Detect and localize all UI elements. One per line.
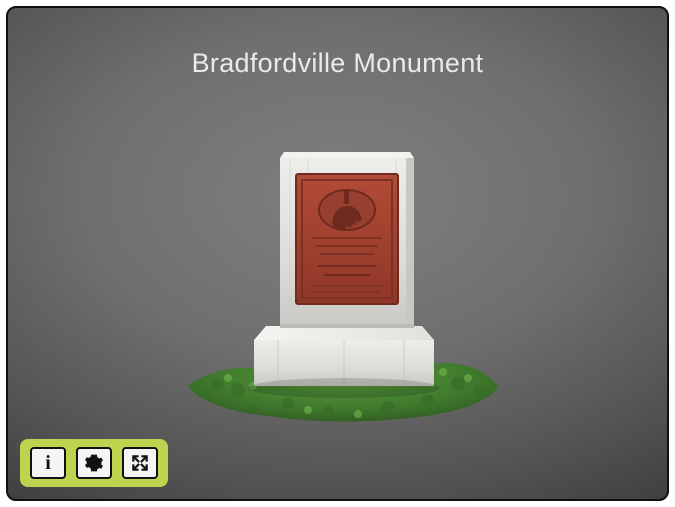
model-scene[interactable] [158, 128, 518, 428]
settings-button[interactable] [76, 447, 112, 479]
viewer-frame[interactable]: Bradfordville Monument [6, 6, 669, 501]
monument-illustration [158, 128, 518, 428]
model-title: Bradfordville Monument [8, 48, 667, 79]
gear-icon [84, 453, 104, 473]
info-button[interactable]: i [30, 447, 66, 479]
fullscreen-button[interactable] [122, 447, 158, 479]
info-icon: i [45, 453, 51, 473]
viewer-toolbar: i [20, 439, 168, 487]
fullscreen-icon [130, 453, 150, 473]
